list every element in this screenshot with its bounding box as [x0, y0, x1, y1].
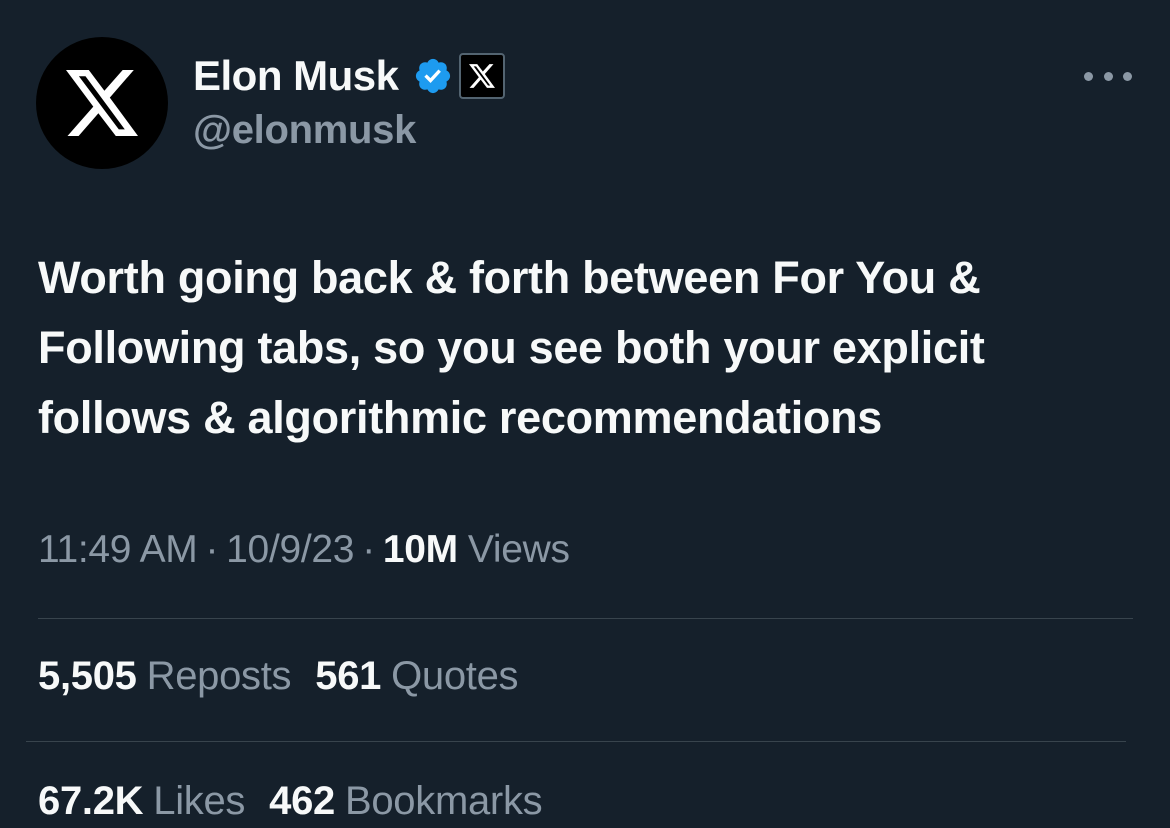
reposts-count: 5,505	[38, 654, 137, 698]
bookmarks-stat[interactable]: 462 Bookmarks	[269, 779, 543, 824]
divider	[26, 741, 1126, 742]
author-display-name[interactable]: Elon Musk	[193, 55, 399, 97]
tweet-date[interactable]: 10/9/23	[226, 528, 354, 572]
views-count: 10M	[382, 528, 458, 571]
tweet-time[interactable]: 11:49 AM	[38, 528, 198, 572]
tweet-text: Worth going back & forth between For You…	[38, 252, 985, 443]
more-horizontal-icon-dot	[1123, 71, 1132, 81]
meta-separator: ·	[362, 528, 375, 571]
likes-stat[interactable]: 67.2K Likes	[38, 779, 245, 824]
likes-label: Likes	[153, 779, 246, 823]
x-affiliate-badge-icon[interactable]	[458, 53, 505, 99]
bookmarks-count: 462	[269, 779, 335, 823]
x-logo-icon	[66, 70, 138, 136]
author-name-row: Elon Musk	[193, 50, 505, 102]
more-horizontal-icon-dot	[1103, 71, 1113, 81]
engagement-stats-row: 67.2K Likes 462 Bookmarks	[38, 779, 566, 824]
meta-separator: ·	[205, 528, 219, 571]
author-handle[interactable]: @elonmusk	[193, 108, 416, 153]
tweet-detail: Elon Musk @elonmusk Worth going back & f…	[0, 0, 1170, 828]
more-options-button[interactable]	[1080, 58, 1136, 94]
avatar[interactable]	[36, 37, 168, 169]
engagement-stats-row: 5,505 Reposts 561 Quotes	[38, 654, 542, 699]
more-horizontal-icon	[1084, 71, 1093, 81]
quotes-label: Quotes	[391, 654, 519, 698]
quotes-count: 561	[315, 654, 382, 698]
verified-badge-icon[interactable]	[413, 56, 453, 96]
likes-count: 67.2K	[38, 779, 144, 823]
quotes-stat[interactable]: 561 Quotes	[315, 654, 518, 699]
reposts-stat[interactable]: 5,505 Reposts	[38, 654, 292, 699]
divider	[38, 618, 1133, 619]
tweet-meta: 11:49 AM · 10/9/23 · 10M Views	[38, 528, 570, 572]
views-label: Views	[467, 528, 570, 571]
bookmarks-label: Bookmarks	[344, 779, 543, 823]
reposts-label: Reposts	[146, 654, 292, 698]
